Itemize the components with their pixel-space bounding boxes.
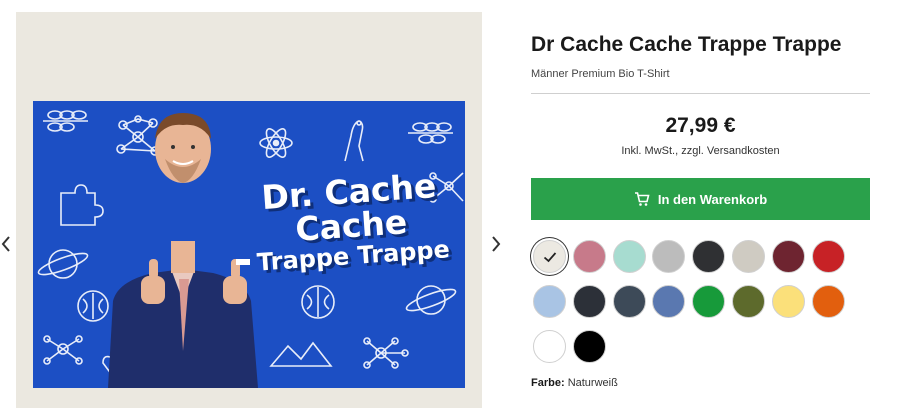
- color-swatch[interactable]: [652, 285, 685, 318]
- chevron-right-icon: [492, 236, 501, 252]
- product-image: Dr. Cache Cache Trappe Trappe: [16, 12, 482, 408]
- color-swatch[interactable]: [573, 240, 606, 273]
- color-swatch[interactable]: [732, 240, 765, 273]
- tax-note: Inkl. MwSt., zzgl. Versandkosten: [621, 145, 780, 157]
- color-swatch[interactable]: [692, 285, 725, 318]
- color-swatch[interactable]: [573, 285, 606, 318]
- product-price: 27,99 €: [665, 114, 736, 137]
- shirt-print: Dr. Cache Cache Trappe Trappe: [33, 101, 465, 388]
- print-text: Dr. Cache Cache Trappe Trappe: [248, 166, 454, 277]
- color-swatch[interactable]: [772, 285, 805, 318]
- shopping-cart-icon: [634, 192, 650, 206]
- product-title: Dr Cache Cache Trappe Trappe: [531, 33, 842, 56]
- color-swatch[interactable]: [533, 285, 566, 318]
- color-swatch[interactable]: [732, 285, 765, 318]
- color-label-prefix: Farbe:: [531, 377, 565, 389]
- color-swatch[interactable]: [652, 240, 685, 273]
- chevron-left-icon: [1, 236, 10, 252]
- selected-color-name: Naturweiß: [567, 377, 618, 389]
- check-icon: [543, 251, 556, 262]
- color-swatch[interactable]: [533, 240, 566, 273]
- gallery-prev-button[interactable]: [0, 232, 14, 256]
- color-swatch[interactable]: [573, 330, 606, 363]
- product-details: Dr Cache Cache Trappe Trappe Männer Prem…: [531, 0, 871, 408]
- color-swatch[interactable]: [613, 240, 646, 273]
- color-selection-label: Farbe: Naturweiß: [531, 377, 618, 389]
- add-to-cart-label: In den Warenkorb: [657, 191, 768, 207]
- color-swatch[interactable]: [692, 240, 725, 273]
- color-swatch[interactable]: [613, 285, 646, 318]
- add-to-cart-button[interactable]: In den Warenkorb: [531, 178, 870, 220]
- color-swatch[interactable]: [812, 285, 845, 318]
- product-subtitle: Männer Premium Bio T-Shirt: [531, 68, 670, 80]
- color-swatch[interactable]: [812, 240, 845, 273]
- color-swatch[interactable]: [533, 330, 566, 363]
- gallery-next-button[interactable]: [488, 232, 504, 256]
- divider: [531, 93, 870, 94]
- color-swatch[interactable]: [772, 240, 805, 273]
- product-gallery: Dr. Cache Cache Trappe Trappe: [0, 0, 510, 408]
